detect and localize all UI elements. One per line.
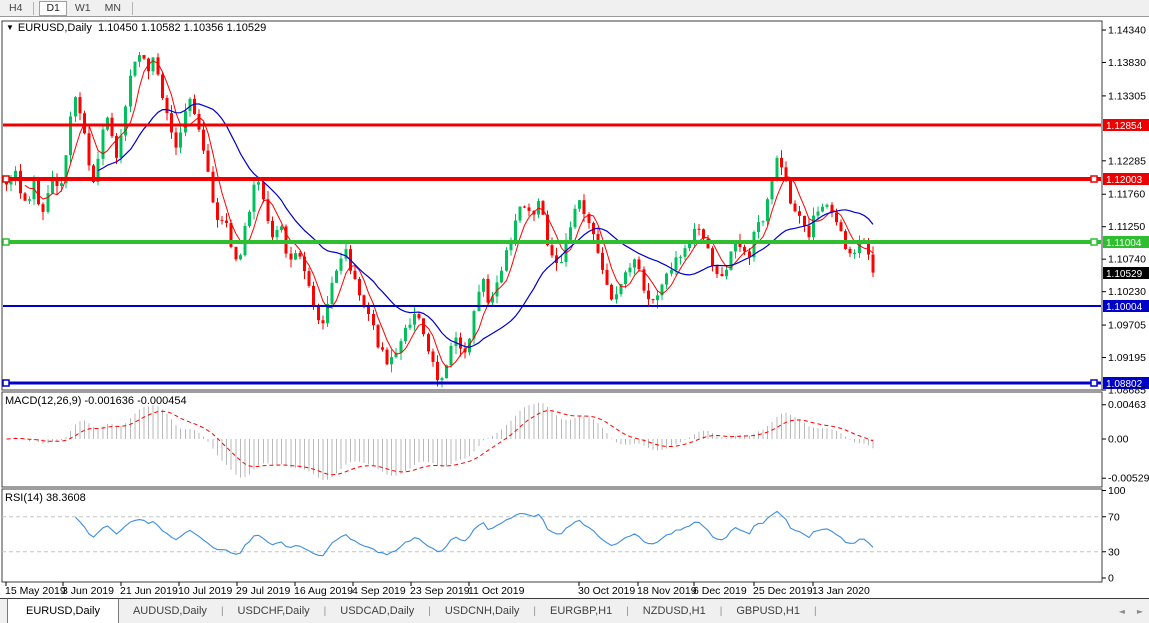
chart-tab-usdcad-daily[interactable]: USDCAD,Daily [326,599,428,623]
price-axis-label: 1.11250 [1108,221,1145,233]
rsi-label: RSI(14) [5,492,43,504]
tab-separator: | [814,599,817,623]
date-axis-label: 10 Jul 2019 [178,585,232,597]
chart-ohlc-values: 1.10450 1.10582 1.10356 1.10529 [98,22,266,34]
rsi-indicator-label: RSI(14) 38.3608 [5,492,86,504]
chart-tab-eurusd-daily[interactable]: EURUSD,Daily [7,598,119,623]
chart-tab-eurgbp-h1[interactable]: EURGBP,H1 [536,599,626,623]
date-axis-label: 30 Oct 2019 [578,585,635,597]
rsi-axis-label: 70 [1108,511,1120,523]
price-line-badge-1.11004: 1.11004 [1103,236,1149,249]
price-axis-label: 1.09195 [1108,352,1146,364]
main-price-pane [2,21,1102,390]
date-axis-label: 21 Jun 2019 [120,585,178,597]
date-axis-label: 6 Dec 2019 [693,585,747,597]
price-axis-label: 1.10230 [1108,286,1146,298]
rsi-axis-label: 100 [1108,485,1126,497]
date-axis-label: 4 Sep 2019 [352,585,406,597]
price-axis-label: 1.08685 [1108,384,1146,396]
timeframe-button-w1[interactable]: W1 [69,1,97,15]
price-line-badge-1.12003: 1.12003 [1103,173,1149,186]
price-axis-label: 1.09705 [1108,320,1146,332]
timeframe-button-d1[interactable]: D1 [39,1,66,16]
timeframe-button-h4[interactable]: H4 [3,1,28,15]
timeframe-button-mn[interactable]: MN [99,1,127,15]
rsi-pane [2,489,1102,582]
tab-scroll-arrows: ◄ ► [1119,599,1143,623]
price-axis-label: 1.13830 [1108,57,1146,69]
date-axis-label: 11 Oct 2019 [468,585,525,597]
price-axis-label: 1.14340 [1108,25,1146,37]
price-axis-label: 1.11760 [1108,189,1145,201]
timeframe-toolbar: H4 D1W1MN [0,0,1149,17]
chart-area[interactable]: 1.128541.120031.110041.100041.088021.143… [0,17,1149,598]
chart-tab-usdchf-daily[interactable]: USDCHF,Daily [224,599,324,623]
date-axis-label: 15 May 2019 [5,585,66,597]
svg-text:1.12854: 1.12854 [1106,121,1143,132]
chart-tab-nzdusd-h1[interactable]: NZDUSD,H1 [629,599,720,623]
toolbar-separator [33,2,34,15]
date-axis-label: 25 Dec 2019 [753,585,813,597]
toolbar-separator [132,2,133,15]
date-axis-label: 3 Jun 2019 [62,585,114,597]
svg-text:1.10529: 1.10529 [1106,269,1143,280]
svg-text:1.10004: 1.10004 [1106,302,1143,313]
price-line-badge-1.10004: 1.10004 [1103,300,1149,313]
chart-tabs: EURUSD,DailyAUDUSD,Daily|USDCHF,Daily|US… [0,599,817,623]
current-price-badge: 1.10529 [1103,267,1149,280]
chart-tab-audusd-daily[interactable]: AUDUSD,Daily [119,599,221,623]
macd-indicator-label: MACD(12,26,9) -0.001636 -0.000454 [5,395,187,407]
scroll-tabs-right-button[interactable]: ► [1137,607,1143,616]
rsi-value: 38.3608 [46,492,86,504]
rsi-axis-label: 0 [1108,573,1114,585]
chart-tabs-bar: EURUSD,DailyAUDUSD,Daily|USDCHF,Daily|US… [0,598,1149,623]
svg-text:1.11004: 1.11004 [1106,238,1142,249]
date-axis-label: 13 Jan 2020 [812,585,870,597]
line-drag-handle[interactable] [1091,176,1097,182]
macd-axis-label: -0.005299 [1108,473,1149,485]
macd-axis-label: 0.00 [1108,434,1129,446]
svg-text:1.12003: 1.12003 [1106,175,1143,186]
chart-tab-gbpusd-h1[interactable]: GBPUSD,H1 [722,599,814,623]
price-axis-label: 1.12285 [1108,155,1146,167]
line-drag-handle[interactable] [1091,380,1097,386]
line-drag-handle[interactable] [3,380,9,386]
macd-label: MACD(12,26,9) [5,395,81,407]
date-axis-label: 29 Jul 2019 [236,585,290,597]
date-axis-label: 18 Nov 2019 [637,585,697,597]
chart-title: ▼ EURUSD,Daily 1.10450 1.10582 1.10356 1.… [6,22,266,34]
price-axis-label: 1.10740 [1108,254,1146,266]
symbol-dropdown-icon[interactable]: ▼ [6,23,14,32]
scroll-tabs-left-button[interactable]: ◄ [1119,607,1125,616]
line-drag-handle[interactable] [3,176,9,182]
date-axis-label: 16 Aug 2019 [294,585,353,597]
chart-tab-usdcnh-daily[interactable]: USDCNH,Daily [431,599,534,623]
line-drag-handle[interactable] [1091,239,1097,245]
line-drag-handle[interactable] [3,239,9,245]
price-axis-label: 1.13305 [1108,90,1146,102]
price-line-badge-1.12854: 1.12854 [1103,119,1149,132]
macd-axis-label: 0.00463 [1108,399,1146,411]
chart-canvas[interactable]: 1.128541.120031.110041.100041.088021.143… [0,17,1149,598]
date-axis-label: 23 Sep 2019 [410,585,470,597]
macd-values: -0.001636 -0.000454 [84,395,186,407]
rsi-axis-label: 30 [1108,546,1120,558]
chart-symbol-label: EURUSD,Daily [18,22,92,34]
trading-platform-window: H4 D1W1MN 1.12854 1.12003 1.11004 1.10004 1.0… [0,0,1149,623]
